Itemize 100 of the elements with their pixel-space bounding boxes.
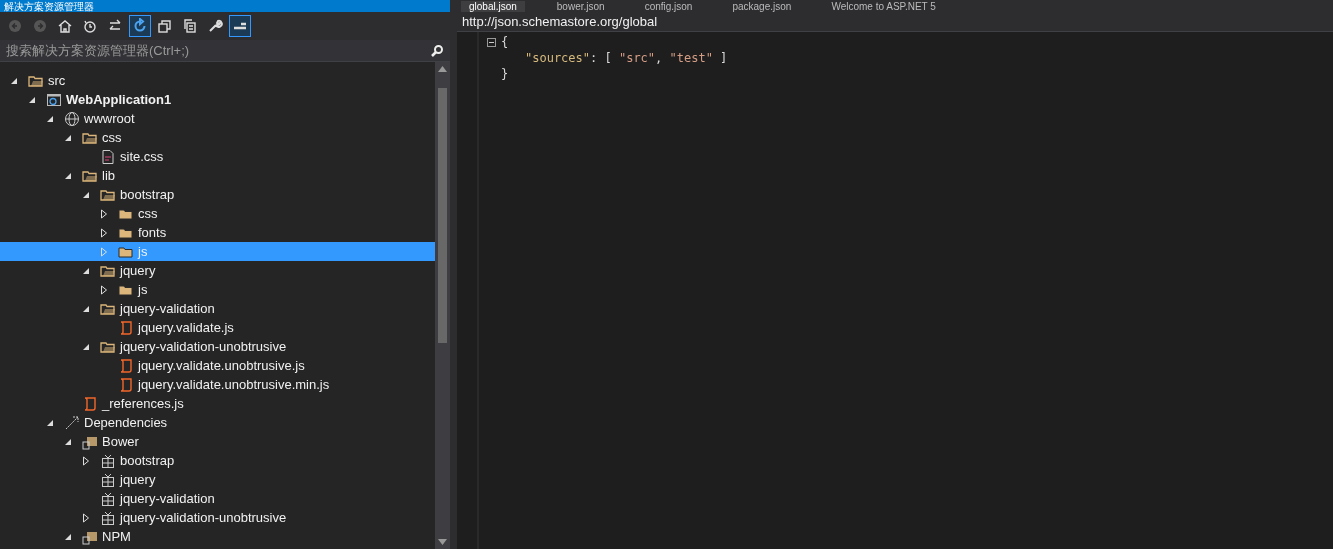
tree-item[interactable]: NPM (0, 527, 435, 546)
package-icon (100, 490, 116, 507)
tree-item-label: lib (102, 166, 115, 185)
editor-tab[interactable]: Welcome to ASP.NET 5 (823, 1, 944, 12)
tree-item[interactable]: jquery-validation (0, 299, 435, 318)
tree-item-label: Dependencies (84, 413, 168, 432)
tree-item-label: src (48, 71, 66, 90)
collapsed-arrow-icon[interactable] (100, 284, 108, 295)
tree-item[interactable]: jquery.validate.unobtrusive.js (0, 356, 435, 375)
script-file-icon (82, 395, 98, 412)
script-file-icon (118, 319, 134, 336)
tree-item[interactable]: Dependencies (0, 413, 435, 432)
tree-item-label: bootstrap (120, 451, 175, 470)
refresh-button[interactable] (129, 15, 151, 37)
tree-item[interactable]: css (0, 128, 435, 147)
package-icon (100, 452, 116, 469)
tree-item-label: css (102, 128, 122, 147)
tree-item[interactable]: jquery (0, 261, 435, 280)
expanded-arrow-icon[interactable] (82, 304, 90, 313)
stacked-windows-icon (157, 18, 173, 34)
collapse-box-icon[interactable] (487, 37, 496, 47)
package-icon (100, 471, 116, 488)
expanded-arrow-icon[interactable] (64, 532, 72, 541)
tree-item[interactable]: jquery.validate.js (0, 318, 435, 337)
expanded-arrow-icon[interactable] (64, 171, 72, 180)
preview-button[interactable] (229, 15, 251, 37)
css-file-icon (100, 148, 116, 165)
tree-item[interactable]: fonts (0, 223, 435, 242)
documents-icon (182, 18, 198, 34)
script-file-icon (118, 357, 134, 374)
scroll-up-icon[interactable] (438, 66, 447, 72)
collapsed-arrow-icon[interactable] (82, 455, 90, 466)
scrollbar-thumb[interactable] (438, 88, 447, 343)
tree-item-label: _references.js (102, 394, 184, 413)
tree-item-label: jquery (120, 261, 156, 280)
collapsed-arrow-icon[interactable] (100, 208, 108, 219)
expanded-arrow-icon[interactable] (64, 133, 72, 142)
tree-item-label: css (138, 204, 158, 223)
expanded-arrow-icon[interactable] (46, 114, 54, 123)
expanded-arrow-icon[interactable] (10, 76, 18, 85)
tree-item[interactable]: site.css (0, 147, 435, 166)
tree-item[interactable]: Bower (0, 432, 435, 451)
tree-item[interactable]: src (0, 71, 435, 90)
tree-item-label: jquery-validation (120, 299, 215, 318)
tree-item-label: jquery-validation-unobtrusive (120, 337, 287, 356)
editor-tab[interactable]: global.json (461, 1, 525, 12)
search-icon[interactable] (430, 43, 444, 58)
tree-item[interactable]: js (0, 280, 435, 299)
expanded-arrow-icon[interactable] (82, 266, 90, 275)
tree-item[interactable]: WebApplication1 (0, 90, 435, 109)
tree-item-label: site.css (120, 147, 164, 166)
globe-icon (64, 110, 80, 127)
expanded-arrow-icon[interactable] (46, 418, 54, 427)
wrench-icon (207, 18, 223, 34)
editor-tab[interactable]: config.json (636, 1, 701, 12)
tree-item[interactable]: bootstrap (0, 185, 435, 204)
tree-item[interactable]: jquery-validation-unobtrusive (0, 508, 435, 527)
tree-item[interactable]: jquery (0, 470, 435, 489)
scroll-down-icon[interactable] (438, 539, 447, 545)
tree-item-label: WebApplication1 (66, 90, 172, 109)
collapsed-arrow-icon[interactable] (82, 512, 90, 523)
tree-item[interactable]: jquery-validation (0, 489, 435, 508)
scrollbar[interactable] (435, 62, 450, 549)
tree-item-label: bootstrap (120, 185, 175, 204)
schema-url: http://json.schemastore.org/global (462, 12, 658, 31)
expanded-arrow-icon[interactable] (28, 95, 36, 104)
tree-item-label: wwwroot (84, 109, 135, 128)
clock-icon (82, 18, 98, 34)
tree-item-label: Bower (102, 432, 139, 451)
tree-item-label: js (138, 242, 148, 261)
home-icon (57, 18, 73, 34)
web-project-icon (46, 91, 62, 108)
expanded-arrow-icon[interactable] (82, 342, 90, 351)
tree-item[interactable]: _references.js (0, 394, 435, 413)
package-icon (100, 509, 116, 526)
editor-tab[interactable]: package.json (724, 1, 800, 12)
panel-title: 解决方案资源管理器 (4, 0, 94, 12)
expanded-arrow-icon[interactable] (64, 437, 72, 446)
expanded-arrow-icon[interactable] (82, 190, 90, 199)
tree-item[interactable]: jquery-validation-unobtrusive (0, 337, 435, 356)
collapsed-arrow-icon[interactable] (100, 227, 108, 238)
forward-icon (32, 18, 48, 34)
code-line: "sources": [ "src", "test" ] (524, 50, 728, 67)
tree-item-label: fonts (138, 223, 167, 242)
tree-item-label: jquery (120, 470, 156, 489)
tree-item-label: jquery-validation-unobtrusive (120, 508, 287, 527)
tree-item-label: jquery.validate.unobtrusive.js (138, 356, 305, 375)
tree-item[interactable]: lib (0, 166, 435, 185)
tree-item-label: NPM (102, 527, 131, 546)
tree-item-label: jquery.validate.unobtrusive.min.js (138, 375, 330, 394)
editor-tab[interactable]: bower.json (548, 1, 613, 12)
tree-item-label: jquery.validate.js (138, 318, 234, 337)
code-line: { (501, 34, 509, 51)
tree-item[interactable]: wwwroot (0, 109, 435, 128)
script-file-icon (118, 376, 134, 393)
tree-item[interactable]: jquery.validate.unobtrusive.min.js (0, 375, 435, 394)
tree-item[interactable]: css (0, 204, 435, 223)
tree-item[interactable]: bootstrap (0, 451, 435, 470)
code-line: } (501, 66, 509, 83)
refresh-icon (132, 18, 148, 34)
